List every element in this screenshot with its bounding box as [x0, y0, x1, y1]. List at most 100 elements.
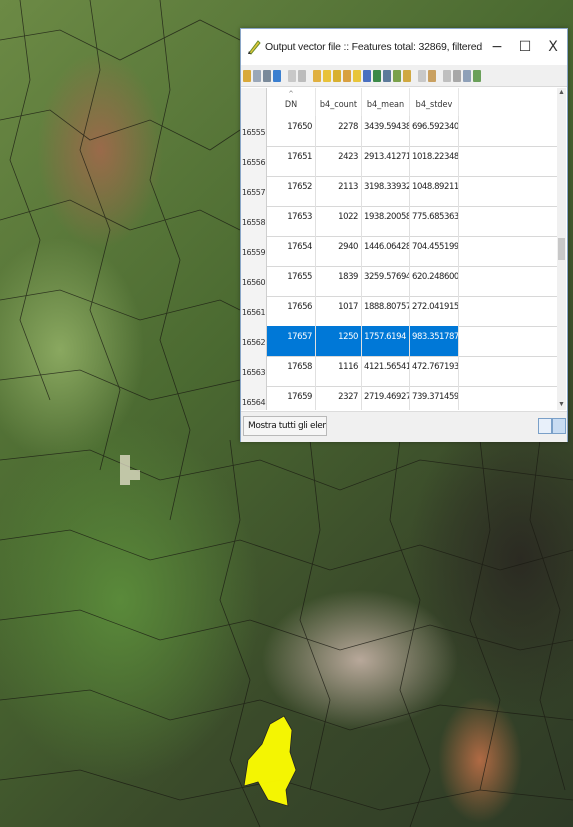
row-number[interactable]: 16556: [241, 146, 267, 176]
cell-b4-stdev[interactable]: 983.35178700...: [410, 326, 459, 356]
cell-b4-stdev[interactable]: 704.45519955...: [410, 236, 459, 266]
row-number[interactable]: 16561: [241, 296, 267, 326]
cell-dn[interactable]: 17650: [267, 116, 316, 146]
actions-icon[interactable]: [473, 69, 481, 82]
row-number[interactable]: 16564: [241, 386, 267, 410]
row-number[interactable]: 16562: [241, 326, 267, 356]
reload-icon[interactable]: [273, 69, 281, 82]
cell-dn[interactable]: 17655: [267, 266, 316, 296]
cell-b4-count[interactable]: 2423: [316, 146, 362, 176]
cell-b4-mean[interactable]: 2719.4692737...: [362, 386, 410, 410]
conditional-formatting-icon[interactable]: [453, 69, 461, 82]
cell-b4-mean[interactable]: 3198.3393279...: [362, 176, 410, 206]
table-row[interactable]: 165631765811164121.5654121...472.7671934…: [241, 356, 557, 387]
row-number[interactable]: 16559: [241, 236, 267, 266]
cell-b4-count[interactable]: 2940: [316, 236, 362, 266]
cell-dn[interactable]: 17656: [267, 296, 316, 326]
paste-icon[interactable]: [333, 69, 341, 82]
show-features-dropdown[interactable]: Mostra tutti gli element ▾: [243, 416, 327, 436]
row-number[interactable]: 16555: [241, 116, 267, 146]
table-row[interactable]: 165561765124232913.4127115...1018.223486…: [241, 146, 557, 177]
cell-dn[interactable]: 17658: [267, 356, 316, 386]
table-row[interactable]: 165621765712501757.6194983.35178700...: [241, 326, 557, 357]
cell-b4-count[interactable]: 1022: [316, 206, 362, 236]
field-calculator-icon[interactable]: [443, 69, 451, 82]
attribute-table[interactable]: ^ DN b4_count b4_mean b4_stdev 16555 1765…: [241, 88, 557, 410]
cell-b4-stdev[interactable]: 472.76719344...: [410, 356, 459, 386]
row-number[interactable]: 16560: [241, 266, 267, 296]
close-button[interactable]: X: [539, 29, 567, 65]
cell-b4-count[interactable]: 1116: [316, 356, 362, 386]
cell-dn[interactable]: 17654: [267, 236, 316, 266]
cell-b4-count[interactable]: 1839: [316, 266, 362, 296]
column-header-b4-count[interactable]: b4_count: [316, 88, 362, 116]
cell-b4-count[interactable]: 2113: [316, 176, 362, 206]
cell-b4-mean[interactable]: 1757.6194: [362, 326, 410, 356]
vertical-scrollbar[interactable]: ▲ ▼: [557, 88, 566, 410]
pan-to-selection-icon[interactable]: [393, 69, 401, 82]
window-titlebar[interactable]: Output vector file :: Features total: 32…: [241, 29, 567, 65]
cell-b4-stdev[interactable]: 620.24860075...: [410, 266, 459, 296]
cell-b4-stdev[interactable]: 272.04191524...: [410, 296, 459, 326]
cell-b4-stdev[interactable]: 775.68536318...: [410, 206, 459, 236]
scroll-thumb[interactable]: [558, 238, 565, 260]
cell-dn[interactable]: 17653: [267, 206, 316, 236]
copy-icon[interactable]: [323, 69, 331, 82]
attribute-table-window[interactable]: Output vector file :: Features total: 32…: [240, 28, 568, 442]
column-header-b4-mean[interactable]: b4_mean: [362, 88, 410, 116]
sort-indicator: ^: [288, 90, 294, 98]
cell-dn[interactable]: 17651: [267, 146, 316, 176]
cut-icon[interactable]: [313, 69, 321, 82]
delete-field-icon[interactable]: [428, 69, 436, 82]
cell-b4-count[interactable]: 1017: [316, 296, 362, 326]
table-row[interactable]: 165611765610171888.8075712...272.0419152…: [241, 296, 557, 327]
filter-select-icon[interactable]: [363, 69, 371, 82]
cell-dn[interactable]: 17652: [267, 176, 316, 206]
column-header-dn[interactable]: ^ DN: [267, 88, 316, 116]
edit-pencil-icon[interactable]: [243, 69, 251, 82]
table-row[interactable]: 165641765923272719.4692737...739.3714596…: [241, 386, 557, 410]
delete-feature-icon[interactable]: [298, 69, 306, 82]
toggle-multi-edit-icon[interactable]: [253, 69, 261, 82]
cell-b4-mean[interactable]: 1446.0642857...: [362, 236, 410, 266]
table-view-button[interactable]: [552, 418, 566, 434]
dock-icon[interactable]: [463, 69, 471, 82]
move-selection-top-icon[interactable]: [383, 69, 391, 82]
invert-selection-icon[interactable]: [373, 69, 381, 82]
column-header-b4-stdev[interactable]: b4_stdev: [410, 88, 459, 116]
select-by-expression-icon[interactable]: [343, 69, 351, 82]
cell-b4-stdev[interactable]: 739.37145966...: [410, 386, 459, 410]
cell-b4-mean[interactable]: 3259.5769439...: [362, 266, 410, 296]
save-edits-icon[interactable]: [263, 69, 271, 82]
cell-b4-count[interactable]: 2278: [316, 116, 362, 146]
cell-b4-stdev[interactable]: 1018.2234865...: [410, 146, 459, 176]
cell-b4-mean[interactable]: 4121.5654121...: [362, 356, 410, 386]
cell-dn[interactable]: 17659: [267, 386, 316, 410]
table-row[interactable]: 165551765022783439.5943810...696.5923406…: [241, 116, 557, 147]
row-number[interactable]: 16558: [241, 206, 267, 236]
cell-b4-stdev[interactable]: 1048.8921155...: [410, 176, 459, 206]
cell-dn[interactable]: 17657: [267, 326, 316, 356]
scroll-up-arrow[interactable]: ▲: [557, 88, 566, 98]
cell-b4-mean[interactable]: 1938.2005870...: [362, 206, 410, 236]
maximize-button[interactable]: ☐: [511, 29, 539, 65]
row-number[interactable]: 16563: [241, 356, 267, 386]
row-number[interactable]: 16557: [241, 176, 267, 206]
table-row[interactable]: 165591765429401446.0642857...704.4551995…: [241, 236, 557, 267]
minimize-button[interactable]: −: [483, 29, 511, 65]
cell-b4-mean[interactable]: 3439.5943810...: [362, 116, 410, 146]
cell-b4-stdev[interactable]: 696.59234063...: [410, 116, 459, 146]
form-view-button[interactable]: [538, 418, 552, 434]
add-feature-icon[interactable]: [288, 69, 296, 82]
table-row[interactable]: 165571765221133198.3393279...1048.892115…: [241, 176, 557, 207]
select-all-icon[interactable]: [353, 69, 361, 82]
table-row[interactable]: 165601765518393259.5769439...620.2486007…: [241, 266, 557, 297]
new-field-icon[interactable]: [418, 69, 426, 82]
cell-b4-count[interactable]: 2327: [316, 386, 362, 410]
cell-b4-mean[interactable]: 1888.8075712...: [362, 296, 410, 326]
cell-b4-mean[interactable]: 2913.4127115...: [362, 146, 410, 176]
table-row[interactable]: 165581765310221938.2005870...775.6853631…: [241, 206, 557, 237]
cell-b4-count[interactable]: 1250: [316, 326, 362, 356]
scroll-down-arrow[interactable]: ▼: [557, 400, 566, 410]
zoom-to-selection-icon[interactable]: [403, 69, 411, 82]
